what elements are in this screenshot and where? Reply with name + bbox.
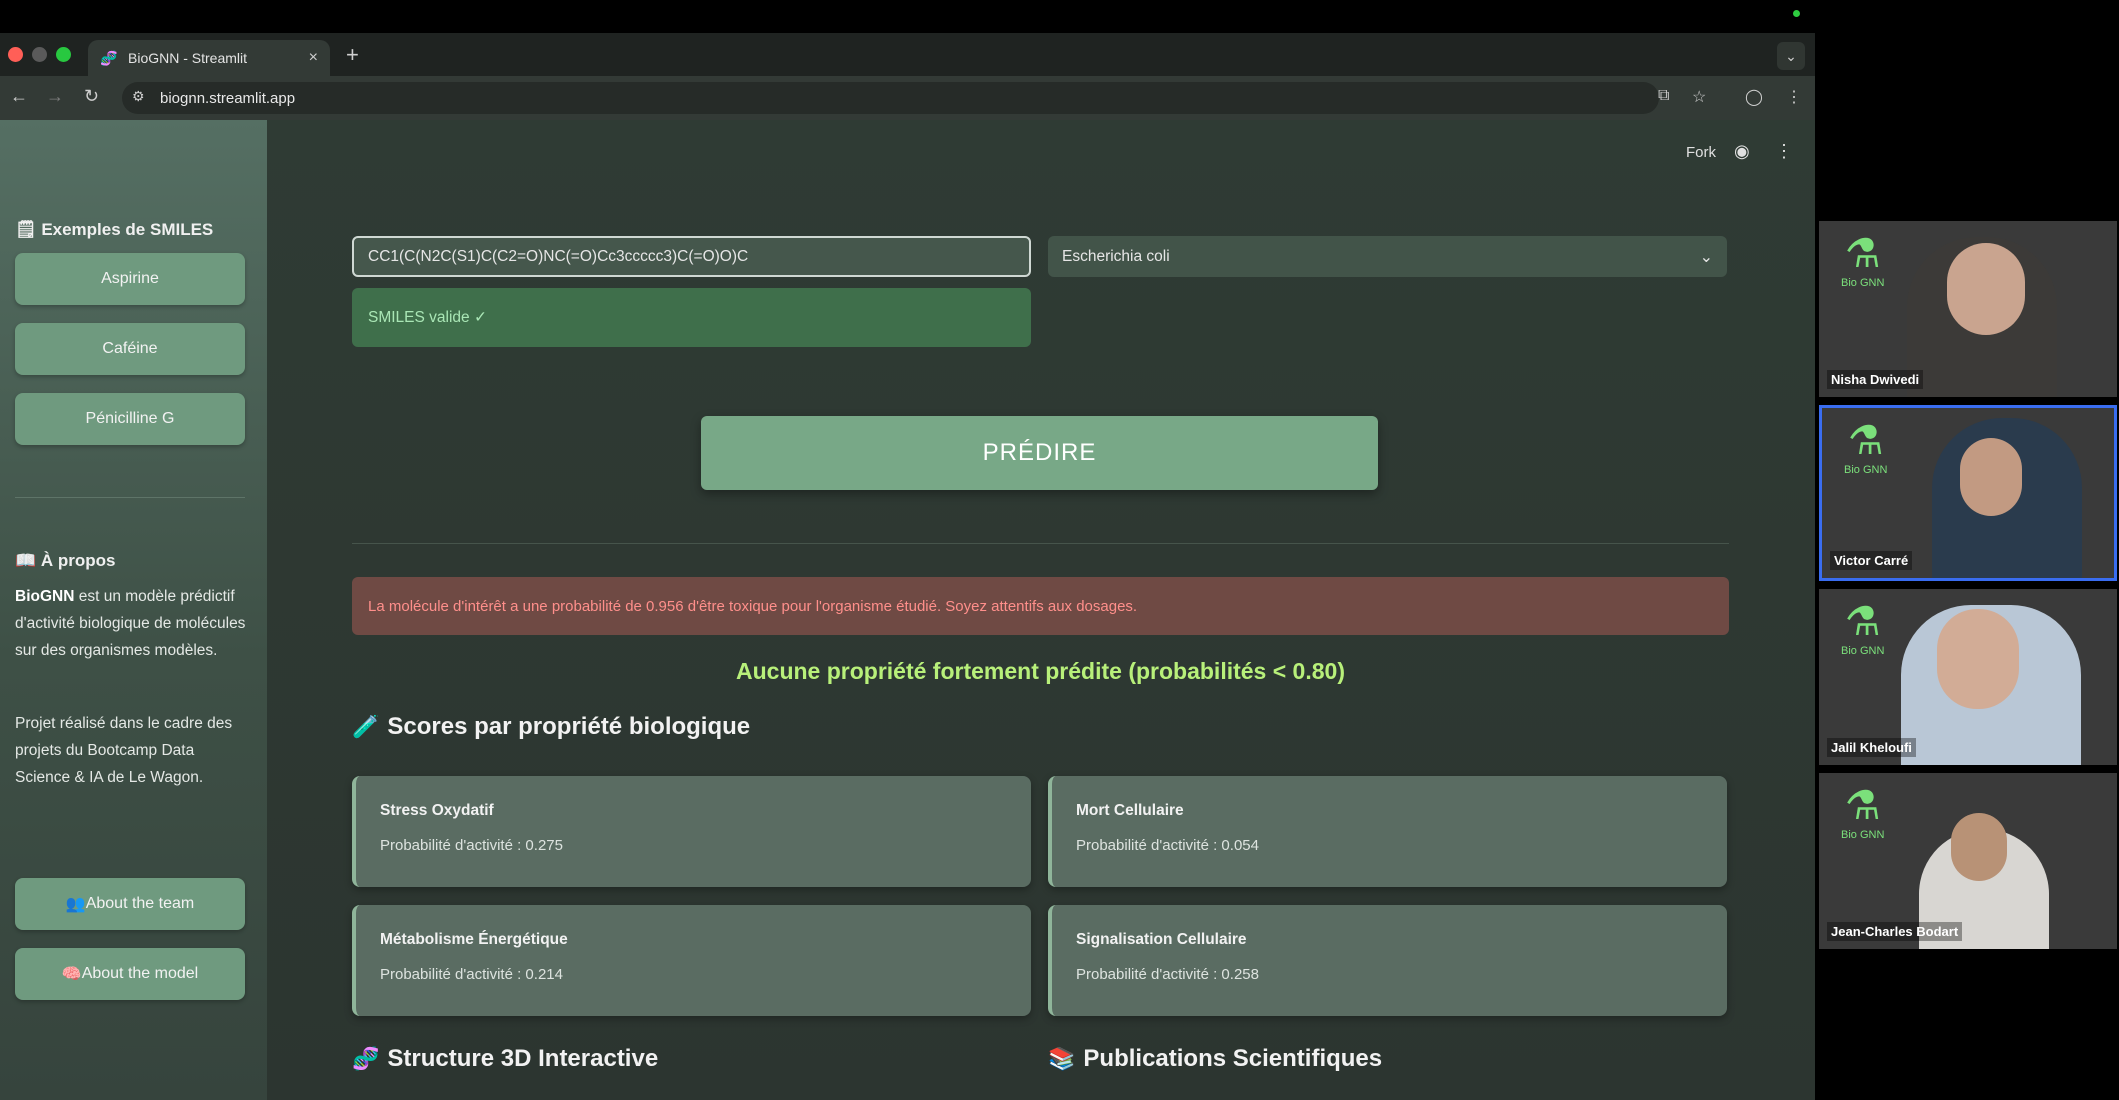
fork-link[interactable]: Fork — [1686, 144, 1716, 161]
close-window-button[interactable] — [8, 47, 23, 62]
about-text: BioGNN est un modèle prédictif d'activit… — [15, 588, 246, 659]
predict-button[interactable]: PRÉDIRE — [701, 416, 1378, 490]
participant-name: Victor Carré — [1830, 551, 1913, 570]
biognn-logo: ⚗ Bio GNN — [1841, 600, 1885, 657]
examples-heading: 🗒 Exemples de SMILES — [15, 220, 214, 239]
team-icon: 👥 — [65, 896, 86, 913]
tab-search-chevron-icon[interactable]: ⌄ — [1777, 42, 1805, 70]
about-brand: BioGNN — [15, 588, 75, 605]
app-menu-icon[interactable]: ⋮ — [1775, 141, 1793, 162]
flask-icon: ⚗ — [1844, 784, 1881, 828]
sidebar: 🗒 Exemples de SMILES Aspirine Caféine Pé… — [0, 120, 267, 1100]
notepad-icon: 🗒 — [15, 220, 42, 239]
organism-selected-value: Escherichia coli — [1062, 247, 1170, 265]
cast-icon[interactable]: ⧉ — [1658, 87, 1669, 105]
tab-bar: 🧬 BioGNN - Streamlit × + ⌄ — [0, 33, 1815, 76]
biognn-logo: ⚗ Bio GNN — [1841, 784, 1885, 841]
participant-tile[interactable]: ⚗ Bio GNN Nisha Dwivedi — [1819, 221, 2117, 397]
biognn-logo: ⚗ Bio GNN — [1844, 419, 1888, 476]
participant-name: Nisha Dwivedi — [1827, 370, 1924, 389]
participant-tile[interactable]: ⚗ Bio GNN Jalil Kheloufi — [1819, 589, 2117, 765]
book-icon: 📖 — [15, 551, 41, 570]
structure-heading: 🧬 Structure 3D Interactive — [352, 1045, 659, 1072]
participant-face — [1947, 243, 2025, 335]
smiles-valid-message: SMILES valide ✓ — [352, 288, 1031, 347]
screen: 🧬 BioGNN - Streamlit × + ⌄ ← → ↻ ⚙ biogn… — [0, 0, 2119, 1100]
score-title: Mort Cellulaire — [1076, 802, 1184, 819]
browser-tab[interactable]: 🧬 BioGNN - Streamlit × — [88, 40, 330, 76]
address-bar[interactable]: ⚙ biognn.streamlit.app — [122, 82, 1659, 114]
score-title: Métabolisme Énergétique — [380, 931, 568, 948]
browser-menu-icon[interactable]: ⋮ — [1786, 87, 1802, 107]
bookmark-star-icon[interactable]: ☆ — [1692, 87, 1706, 107]
minimize-window-button[interactable] — [32, 47, 47, 62]
site-settings-icon[interactable]: ⚙ — [132, 88, 145, 105]
divider — [352, 543, 1729, 544]
github-icon[interactable]: ◉ — [1734, 141, 1750, 162]
smiles-input[interactable]: CC1(C(N2C(S1)C(C2=O)NC(=O)Cc3ccccc3)C(=O… — [352, 236, 1031, 277]
score-probability: Probabilité d'activité : 0.054 — [1076, 837, 1259, 854]
participant-face — [1960, 438, 2022, 516]
score-card: Stress Oxydatif Probabilité d'activité :… — [352, 776, 1031, 887]
maximize-window-button[interactable] — [56, 47, 71, 62]
scores-heading: 🧪 Scores par propriété biologique — [352, 713, 751, 740]
back-arrow-icon[interactable]: ← — [10, 86, 28, 107]
about-heading: 📖 À propos — [15, 551, 116, 570]
score-card: Signalisation Cellulaire Probabilité d'a… — [1048, 905, 1727, 1016]
about-team-button[interactable]: 👥 About the team — [15, 878, 245, 930]
flask-icon: ⚗ — [1844, 232, 1881, 276]
score-title: Stress Oxydatif — [380, 802, 494, 819]
publications-heading: 📚 Publications Scientifiques — [1048, 1045, 1383, 1072]
example-cafeine-button[interactable]: Caféine — [15, 323, 245, 375]
example-aspirine-button[interactable]: Aspirine — [15, 253, 245, 305]
forward-arrow-icon[interactable]: → — [46, 86, 64, 107]
flask-icon: ⚗ — [1844, 600, 1881, 644]
browser-toolbar: ← → ↻ ⚙ biognn.streamlit.app ⧉ ☆ ◯ ⋮ — [0, 76, 1815, 120]
score-card: Mort Cellulaire Probabilité d'activité :… — [1048, 776, 1727, 887]
participant-name: Jalil Kheloufi — [1827, 738, 1916, 757]
chevron-down-icon: ⌄ — [1699, 248, 1713, 266]
sidebar-divider — [15, 497, 245, 498]
participant-tile[interactable]: ⚗ Bio GNN Jean-Charles Bodart — [1819, 773, 2117, 949]
about-model-button[interactable]: 🧠 About the model — [15, 948, 245, 1000]
dna-icon: 🧬 — [352, 1046, 380, 1071]
url-text[interactable]: biognn.streamlit.app — [160, 90, 295, 107]
dna-favicon-icon: 🧬 — [100, 50, 118, 66]
tab-title: BioGNN - Streamlit — [128, 50, 248, 66]
no-property-message: Aucune propriété fortement prédite (prob… — [736, 658, 1345, 684]
example-penicilline-button[interactable]: Pénicilline G — [15, 393, 245, 445]
organism-select[interactable]: Escherichia coli ⌄ — [1048, 236, 1727, 277]
camera-indicator-icon — [1793, 10, 1800, 17]
reload-icon[interactable]: ↻ — [84, 86, 99, 107]
toxicity-alert: La molécule d'intérêt a une probabilité … — [352, 577, 1729, 635]
participant-face — [1951, 813, 2007, 881]
biognn-logo: ⚗ Bio GNN — [1841, 232, 1885, 289]
score-probability: Probabilité d'activité : 0.214 — [380, 966, 563, 983]
score-card: Métabolisme Énergétique Probabilité d'ac… — [352, 905, 1031, 1016]
test-tube-icon: 🧪 — [352, 714, 380, 739]
project-text: Projet réalisé dans le cadre des projets… — [15, 715, 233, 786]
books-icon: 📚 — [1048, 1046, 1076, 1071]
score-probability: Probabilité d'activité : 0.258 — [1076, 966, 1259, 983]
flask-icon: ⚗ — [1847, 419, 1884, 463]
participant-face — [1937, 609, 2019, 709]
profile-icon[interactable]: ◯ — [1745, 87, 1763, 107]
score-probability: Probabilité d'activité : 0.275 — [380, 837, 563, 854]
tab-close-icon[interactable]: × — [309, 49, 318, 67]
streamlit-app: 🗒 Exemples de SMILES Aspirine Caféine Pé… — [0, 120, 1815, 1100]
browser-window: 🧬 BioGNN - Streamlit × + ⌄ ← → ↻ ⚙ biogn… — [0, 33, 1815, 1100]
new-tab-button[interactable]: + — [346, 42, 359, 68]
score-title: Signalisation Cellulaire — [1076, 931, 1247, 948]
brain-icon: 🧠 — [61, 966, 82, 983]
participant-name: Jean-Charles Bodart — [1827, 922, 1963, 941]
participant-tile-active[interactable]: ⚗ Bio GNN Victor Carré — [1819, 405, 2117, 581]
